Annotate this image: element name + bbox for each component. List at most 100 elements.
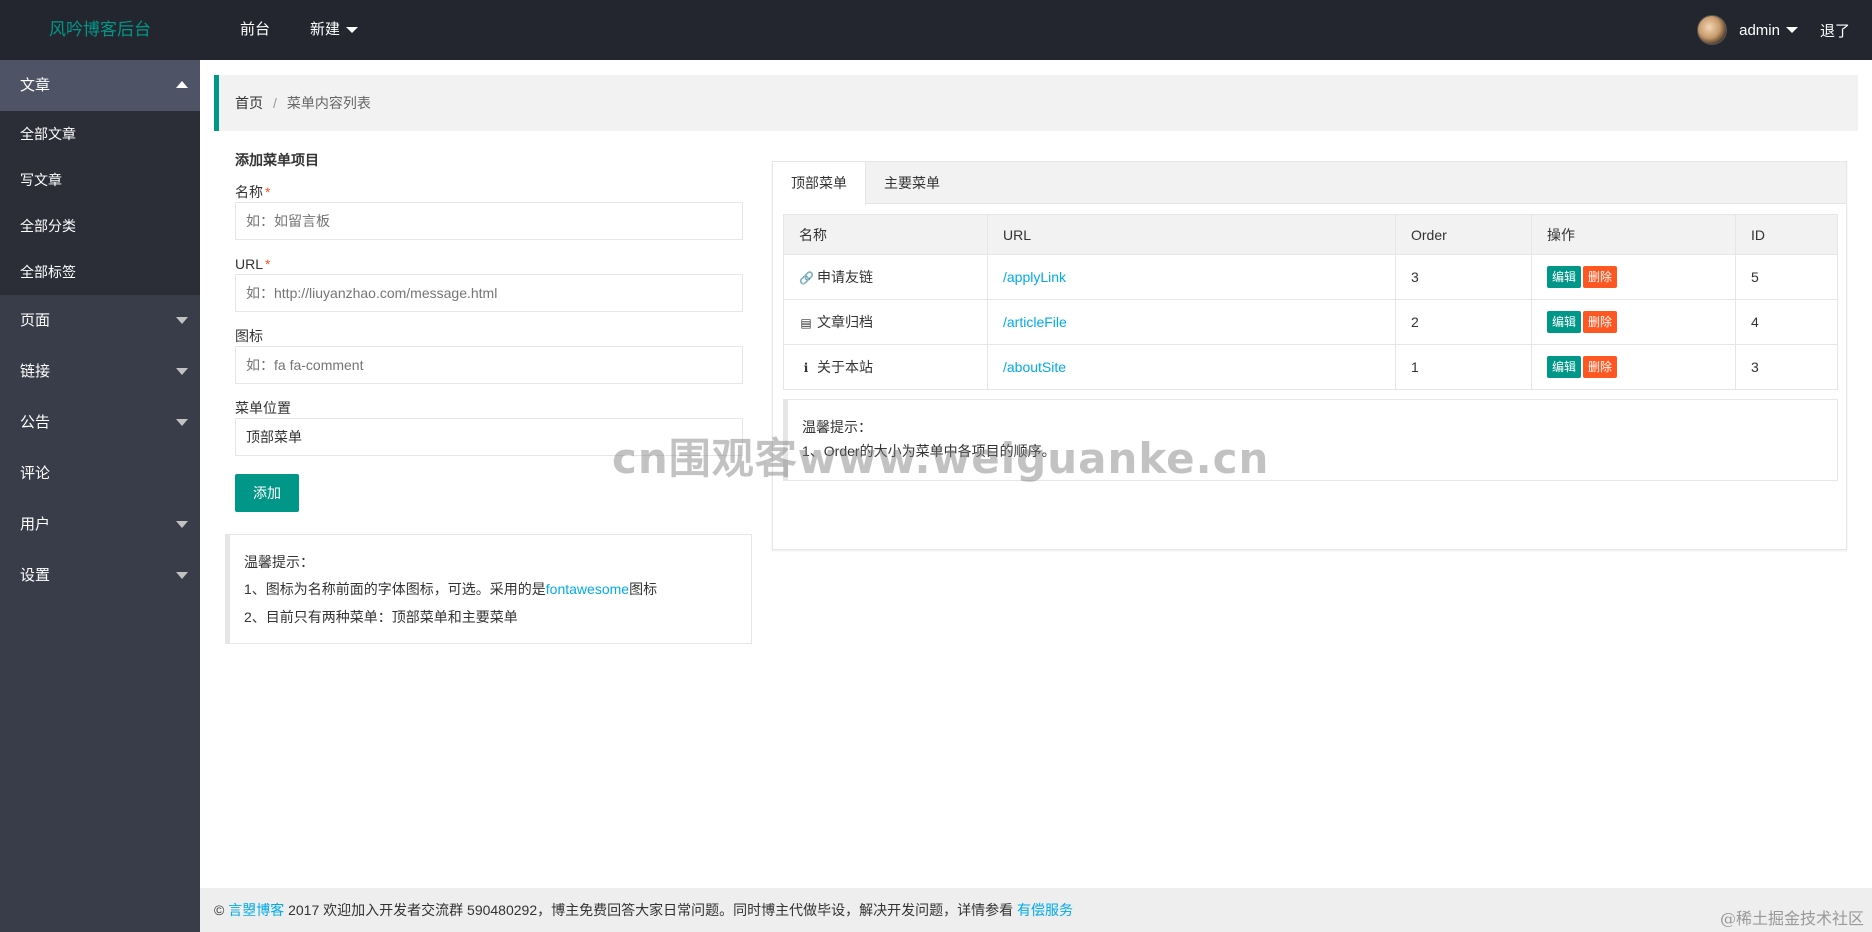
top-nav: 前台 新建 <box>220 0 378 60</box>
cell-order: 1 <box>1395 344 1532 390</box>
cell-id: 4 <box>1735 299 1838 345</box>
required-mark: * <box>265 256 271 272</box>
cell-actions: 编辑 删除 <box>1531 299 1736 345</box>
cell-actions: 编辑 删除 <box>1531 344 1736 390</box>
column-header-order: Order <box>1395 214 1532 255</box>
column-header-name: 名称 <box>783 214 988 255</box>
nav-frontend-label: 前台 <box>240 21 271 38</box>
sidebar-submenu-articles: 全部文章 写文章 全部分类 全部标签 <box>0 111 200 295</box>
table-row: ▤ 文章归档 /articleFile 2 编辑 删除 4 <box>783 299 1838 345</box>
sidebar-group-comments[interactable]: 评论 <box>0 448 200 499</box>
cell-id: 3 <box>1735 344 1838 390</box>
menu-table: 名称 URL Order 操作 ID 🔗 申请友链 /applyLink 3 编辑… <box>783 214 1838 390</box>
chevron-down-icon <box>176 419 188 426</box>
breadcrumb-separator: / <box>273 95 277 111</box>
site-logo[interactable]: 风吟博客后台 <box>0 0 200 60</box>
name-input[interactable] <box>235 202 743 240</box>
cell-name: 🔗 申请友链 <box>783 254 988 300</box>
user-area: admin 退了 <box>1697 0 1872 60</box>
sidebar-group-users[interactable]: 用户 <box>0 499 200 550</box>
sidebar-group-label: 用户 <box>20 516 51 533</box>
cell-name: ▤ 文章归档 <box>783 299 988 345</box>
tip-line-1: 1、图标为名称前面的字体图标，可选。采用的是fontawesome图标 <box>244 578 751 600</box>
tip-line-1-suffix: 图标 <box>629 581 658 597</box>
cell-order: 2 <box>1395 299 1532 345</box>
copyright-symbol: © <box>214 902 225 918</box>
sidebar-group-articles[interactable]: 文章 <box>0 60 200 111</box>
footer-text: 2017 欢迎加入开发者交流群 590480292，博主免费回答大家日常问题。同… <box>288 902 1014 918</box>
sidebar-group-label: 设置 <box>20 567 51 584</box>
sidebar-group-pages[interactable]: 页面 <box>0 295 200 346</box>
url-label: URL * <box>235 254 743 274</box>
edit-button[interactable]: 编辑 <box>1547 266 1582 288</box>
cell-url: /aboutSite <box>987 344 1396 390</box>
link-icon: 🔗 <box>799 271 814 285</box>
sidebar-group-links[interactable]: 链接 <box>0 346 200 397</box>
cell-actions: 编辑 删除 <box>1531 254 1736 300</box>
menu-position-value: 顶部菜单 <box>246 429 302 445</box>
add-button[interactable]: 添加 <box>235 474 299 512</box>
table-row: i 关于本站 /aboutSite 1 编辑 删除 3 <box>783 344 1838 390</box>
user-menu-dropdown[interactable]: admin <box>1739 22 1820 39</box>
avatar[interactable] <box>1697 15 1728 45</box>
tab-top-menu[interactable]: 顶部菜单 <box>773 162 866 205</box>
menu-tab-panel: 顶部菜单 主要菜单 名称 URL Order 操作 ID 🔗 申请友链 /appl… <box>772 161 1847 550</box>
sidebar-group-notices[interactable]: 公告 <box>0 397 200 448</box>
table-row: 🔗 申请友链 /applyLink 3 编辑 删除 5 <box>783 254 1838 300</box>
cell-url: /applyLink <box>987 254 1396 300</box>
tab-main-menu[interactable]: 主要菜单 <box>866 162 958 204</box>
logout-link[interactable]: 退了 <box>1820 20 1872 41</box>
chevron-down-icon <box>176 572 188 579</box>
tip-line-2: 2、目前只有两种菜单：顶部菜单和主要菜单 <box>244 609 518 625</box>
name-label: 名称 * <box>235 182 743 202</box>
position-label: 菜单位置 <box>235 398 743 418</box>
sidebar-group-settings[interactable]: 设置 <box>0 550 200 601</box>
breadcrumb: 首页 / 菜单内容列表 <box>214 75 1858 131</box>
row-url-link[interactable]: /articleFile <box>1003 314 1067 330</box>
delete-button[interactable]: 删除 <box>1583 311 1618 333</box>
top-header: 风吟博客后台 前台 新建 admin 退了 <box>0 0 1872 60</box>
sidebar-group-label: 文章 <box>20 77 51 94</box>
required-mark: * <box>265 184 271 200</box>
sidebar-group-label: 页面 <box>20 312 51 329</box>
sidebar-item-write-article[interactable]: 写文章 <box>0 157 200 203</box>
breadcrumb-home-link[interactable]: 首页 <box>235 93 263 113</box>
tab-bar: 顶部菜单 主要菜单 <box>773 162 1846 205</box>
url-input[interactable] <box>235 274 743 312</box>
footer-service-link[interactable]: 有偿服务 <box>1017 900 1073 920</box>
sidebar-item-all-tags[interactable]: 全部标签 <box>0 249 200 295</box>
edit-button[interactable]: 编辑 <box>1547 356 1582 378</box>
name-label-text: 名称 <box>235 184 263 200</box>
user-name: admin <box>1739 21 1780 39</box>
icon-input[interactable] <box>235 346 743 384</box>
info-icon: i <box>803 361 809 375</box>
sidebar-group-label: 公告 <box>20 414 51 431</box>
fontawesome-link[interactable]: fontawesome <box>546 581 629 597</box>
breadcrumb-current: 菜单内容列表 <box>286 95 371 111</box>
sidebar-item-all-categories[interactable]: 全部分类 <box>0 203 200 249</box>
row-url-link[interactable]: /aboutSite <box>1003 359 1066 375</box>
column-header-id: ID <box>1735 214 1838 255</box>
row-name: 文章归档 <box>817 314 873 330</box>
cell-url: /articleFile <box>987 299 1396 345</box>
footer-brand-link[interactable]: 言曌博客 <box>228 900 284 920</box>
form-tip-box: 温馨提示： 1、图标为名称前面的字体图标，可选。采用的是fontawesome图… <box>225 534 752 644</box>
form-title: 添加菜单项目 <box>235 152 319 168</box>
nav-frontend-link[interactable]: 前台 <box>220 0 290 60</box>
sidebar: 文章 全部文章 写文章 全部分类 全部标签 页面 链接 公告 评论 用户 设置 <box>0 60 200 932</box>
delete-button[interactable]: 删除 <box>1583 266 1618 288</box>
table-header-row: 名称 URL Order 操作 ID <box>783 214 1838 255</box>
chevron-down-icon <box>346 27 359 33</box>
chevron-down-icon <box>176 368 188 375</box>
chevron-down-icon <box>176 521 188 528</box>
row-url-link[interactable]: /applyLink <box>1003 269 1066 285</box>
sidebar-item-all-articles[interactable]: 全部文章 <box>0 111 200 157</box>
nav-new-dropdown[interactable]: 新建 <box>290 0 378 60</box>
delete-button[interactable]: 删除 <box>1583 356 1618 378</box>
cell-id: 5 <box>1735 254 1838 300</box>
edit-button[interactable]: 编辑 <box>1547 311 1582 333</box>
icon-label-text: 图标 <box>235 328 263 344</box>
nav-new-label: 新建 <box>310 21 341 38</box>
menu-table-wrap: 名称 URL Order 操作 ID 🔗 申请友链 /applyLink 3 编辑… <box>783 214 1838 390</box>
chevron-down-icon <box>176 317 188 324</box>
